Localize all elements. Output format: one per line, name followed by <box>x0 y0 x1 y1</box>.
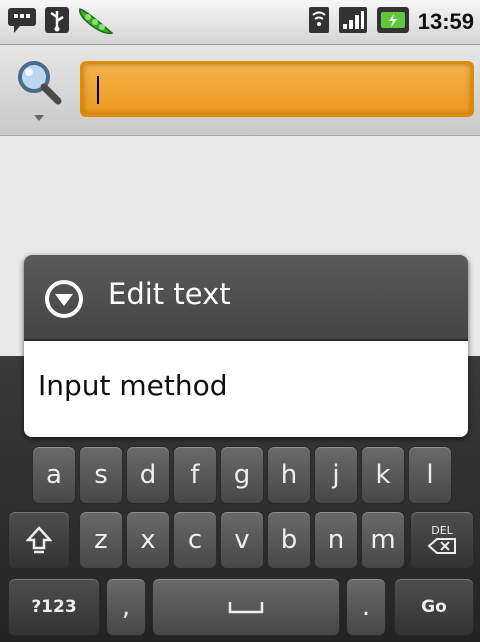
wifi-icon <box>308 5 330 39</box>
period-key[interactable]: . <box>346 578 386 636</box>
key-s[interactable]: s <box>79 446 123 504</box>
dialog-title: Edit text <box>108 277 231 311</box>
text-cursor <box>97 76 99 104</box>
clock: 13:59 <box>417 9 474 34</box>
chevron-down-icon <box>34 115 44 121</box>
key-m[interactable]: m <box>361 511 405 569</box>
backspace-icon <box>427 538 456 554</box>
battery-icon <box>376 5 410 39</box>
system-icons: 13:59 <box>308 4 474 40</box>
key-g[interactable]: g <box>220 446 264 504</box>
delete-key[interactable]: DEL <box>410 511 474 569</box>
shift-key[interactable] <box>8 511 70 569</box>
search-bar <box>0 45 480 136</box>
menu-item-input-method[interactable]: Input method <box>24 341 468 437</box>
dialog-header: Edit text <box>24 255 468 341</box>
key-k[interactable]: k <box>361 446 405 504</box>
peapod-icon <box>76 3 116 41</box>
status-bar: 13:59 <box>0 0 480 45</box>
key-l[interactable]: l <box>408 446 452 504</box>
menu-dropdown-icon <box>45 280 83 318</box>
chat-icon <box>6 5 38 39</box>
key-f[interactable]: f <box>173 446 217 504</box>
symbols-key[interactable]: ?123 <box>8 578 100 636</box>
key-x[interactable]: x <box>126 511 170 569</box>
notification-icons <box>6 4 116 40</box>
comma-key[interactable]: , <box>106 578 146 636</box>
usb-icon <box>44 5 70 39</box>
key-h[interactable]: h <box>267 446 311 504</box>
key-d[interactable]: d <box>126 446 170 504</box>
search-icon[interactable] <box>14 59 66 125</box>
key-a[interactable]: a <box>32 446 76 504</box>
key-j[interactable]: j <box>314 446 358 504</box>
go-key[interactable]: Go <box>394 578 474 636</box>
delete-key-label: DEL <box>431 524 453 537</box>
edit-text-dialog: Edit text Input method <box>24 255 468 437</box>
shift-icon <box>26 526 52 554</box>
signal-icon <box>338 5 368 39</box>
key-c[interactable]: c <box>173 511 217 569</box>
key-b[interactable]: b <box>267 511 311 569</box>
key-z[interactable]: z <box>79 511 123 569</box>
search-input[interactable] <box>80 61 474 117</box>
key-n[interactable]: n <box>314 511 358 569</box>
menu-item-label: Input method <box>38 369 228 402</box>
key-v[interactable]: v <box>220 511 264 569</box>
space-key[interactable] <box>152 578 340 636</box>
space-bar-icon <box>228 602 264 614</box>
